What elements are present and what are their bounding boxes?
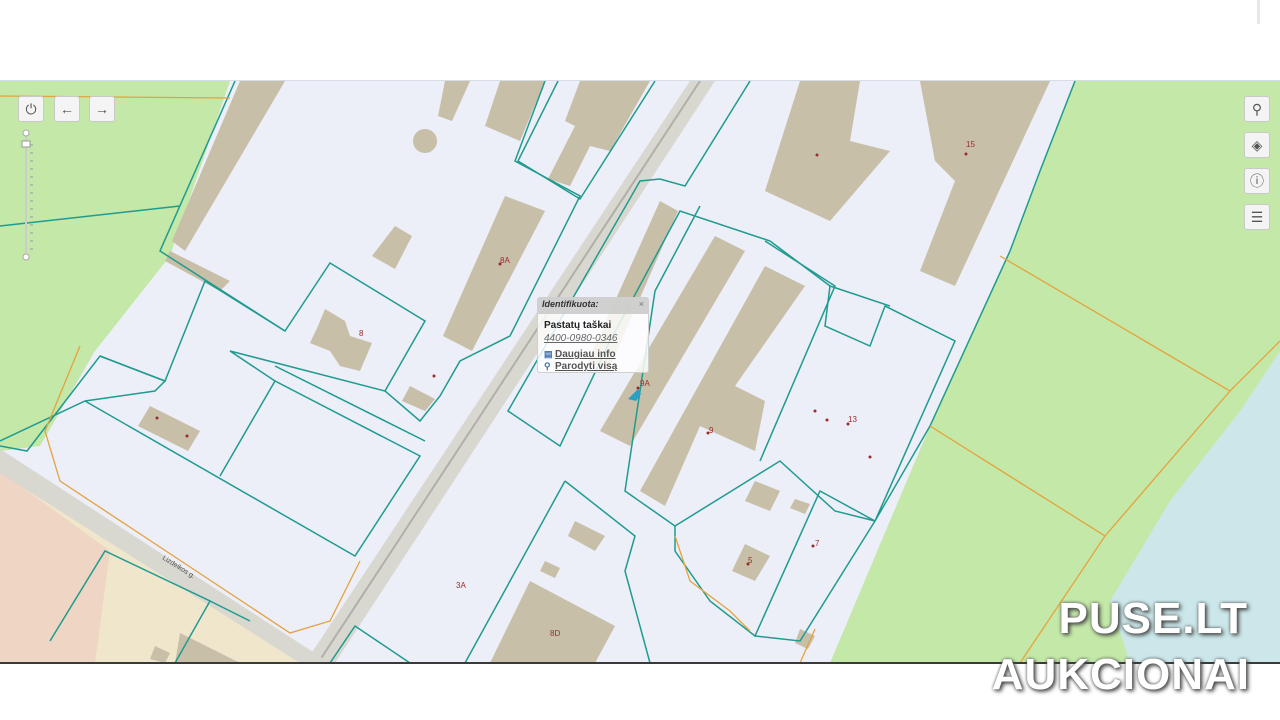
identify-popup: Identifikuota: × Pastatų taškai 4400-098… bbox=[537, 297, 649, 373]
layers-button[interactable]: ◈ bbox=[1244, 132, 1270, 158]
show-all-link[interactable]: ⚲ Parodyti visą bbox=[544, 361, 617, 372]
label-5: 5 bbox=[748, 556, 753, 565]
document-icon: ▤ bbox=[544, 349, 553, 359]
magnifier-icon: ⚲ bbox=[544, 361, 551, 371]
zoom-slider[interactable] bbox=[18, 129, 38, 261]
label-13: 13 bbox=[848, 415, 857, 424]
info-button[interactable]: ⓘ bbox=[1244, 168, 1270, 194]
layers-icon: ◈ bbox=[1251, 136, 1263, 153]
show-all-label: Parodyti visą bbox=[555, 361, 618, 372]
power-icon: ⏻ bbox=[25, 100, 37, 117]
label-7: 7 bbox=[815, 539, 820, 548]
more-info-link[interactable]: ▤ Daugiau info bbox=[544, 349, 616, 360]
watermark-line1: PUSE.LT bbox=[1058, 594, 1248, 643]
search-icon: ⚲ bbox=[1251, 100, 1263, 117]
label-9: 9 bbox=[709, 426, 714, 435]
arrow-right-icon: → bbox=[95, 101, 109, 117]
document-icon: ☰ bbox=[1250, 208, 1264, 225]
popup-title: Pastatų taškai bbox=[544, 320, 612, 331]
search-button[interactable]: ⚲ bbox=[1244, 96, 1270, 122]
power-button[interactable]: ⏻ bbox=[18, 96, 44, 122]
watermark-line2: AUKCIONAI bbox=[991, 650, 1250, 699]
popup-object-id[interactable]: 4400-0980-0346 bbox=[544, 333, 617, 344]
label-8a: 8A bbox=[500, 256, 510, 265]
label-15: 15 bbox=[966, 140, 975, 149]
label-9a: 9A bbox=[640, 379, 650, 388]
arrow-left-icon: ← bbox=[60, 101, 74, 117]
label-8: 8 bbox=[359, 329, 364, 338]
label-3a: 3A bbox=[456, 581, 466, 590]
popup-close-button[interactable]: × bbox=[639, 299, 644, 309]
label-8d: 8D bbox=[550, 629, 560, 638]
legend-button[interactable]: ☰ bbox=[1244, 204, 1270, 230]
forward-button[interactable]: → bbox=[89, 96, 115, 122]
popup-header: Identifikuota: bbox=[538, 298, 648, 314]
more-info-label: Daugiau info bbox=[555, 349, 616, 360]
back-button[interactable]: ← bbox=[54, 96, 80, 122]
info-icon: ⓘ bbox=[1250, 173, 1264, 189]
top-edge-mark bbox=[1257, 0, 1260, 24]
zoom-handle bbox=[21, 140, 31, 148]
